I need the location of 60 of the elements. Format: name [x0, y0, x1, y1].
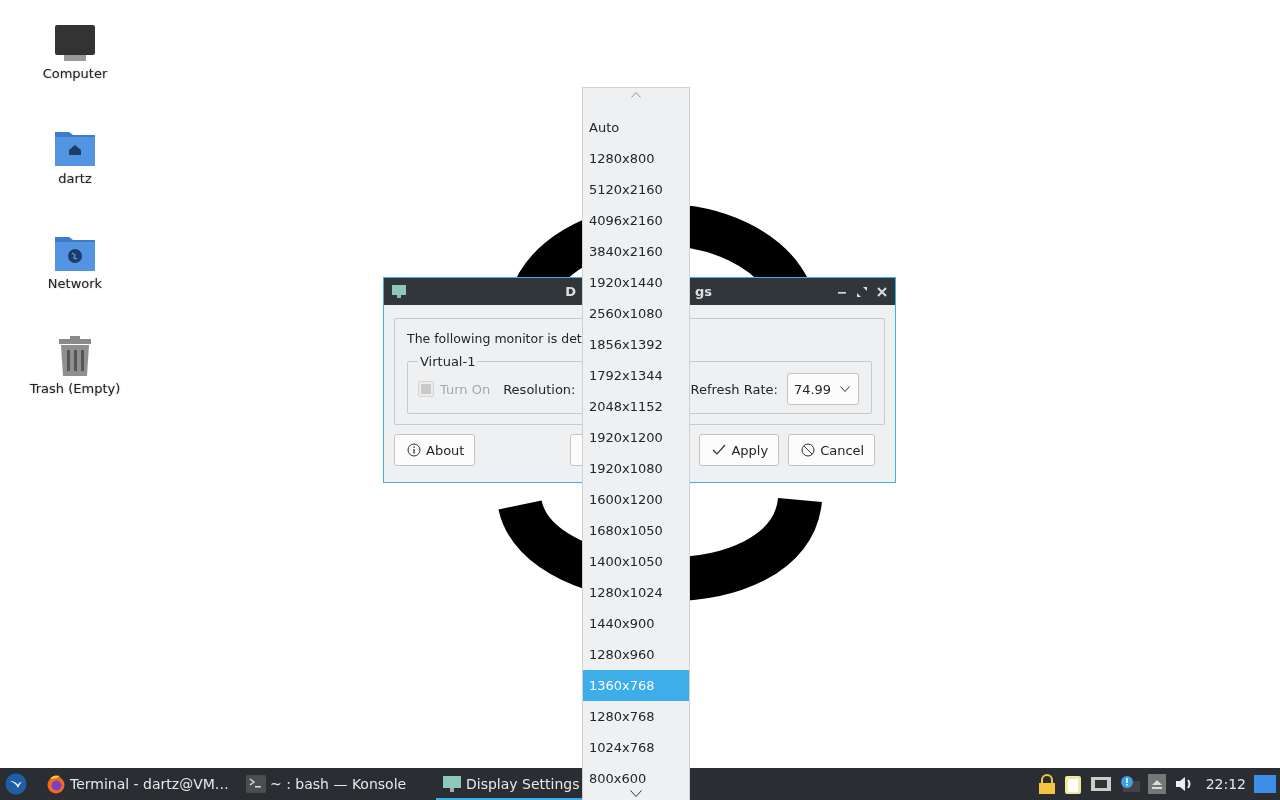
- monitor-icon: [54, 24, 96, 62]
- info-icon: [407, 443, 421, 457]
- dropdown-option[interactable]: 800x600: [583, 763, 689, 794]
- home-folder-icon: [54, 129, 96, 167]
- refresh-rate-dropdown[interactable]: 74.99: [786, 373, 859, 405]
- dropdown-option[interactable]: 1024x768: [583, 732, 689, 763]
- chevron-down-icon: [839, 386, 850, 392]
- trash-icon: [57, 335, 93, 377]
- window-title: gs: [695, 284, 713, 299]
- network-folder-icon: [54, 234, 96, 272]
- taskbar-button[interactable]: Terminal - dartz@VM…: [40, 768, 240, 800]
- dropdown-option[interactable]: 2048x1152: [583, 391, 689, 422]
- dropdown-option[interactable]: 1856x1392: [583, 329, 689, 360]
- apply-button[interactable]: Apply: [699, 434, 780, 466]
- dropdown-option[interactable]: 1600x1200: [583, 484, 689, 515]
- bird-logo-icon[interactable]: [5, 773, 27, 795]
- dropdown-option[interactable]: 1280x768: [583, 701, 689, 732]
- field-label: Resolution:: [503, 381, 576, 397]
- lock-icon[interactable]: [1037, 774, 1056, 794]
- dropdown-option[interactable]: 1280x960: [583, 639, 689, 670]
- cancel-icon: [801, 443, 816, 457]
- dropdown-option[interactable]: 4096x2160: [583, 205, 689, 236]
- terminal-icon: [246, 775, 266, 793]
- dropdown-option[interactable]: 1440x900: [583, 608, 689, 639]
- clock[interactable]: 22:12: [1205, 776, 1246, 792]
- close-icon[interactable]: [875, 284, 889, 299]
- browser-icon: [46, 774, 66, 794]
- checkmark-icon: [712, 444, 727, 456]
- monitor-icon: [392, 284, 406, 299]
- dropdown-option[interactable]: 1920x1440: [583, 267, 689, 298]
- dropdown-option[interactable]: 1680x1050: [583, 515, 689, 546]
- dropdown-option[interactable]: 5120x2160: [583, 174, 689, 205]
- notification-icon[interactable]: [1119, 775, 1140, 793]
- scroll-down-icon[interactable]: [630, 790, 642, 797]
- dropdown-option[interactable]: 3840x2160: [583, 236, 689, 267]
- desktop-icon-label[interactable]: Trash (Empty): [29, 381, 121, 396]
- dropdown-option[interactable]: 1280x1024: [583, 577, 689, 608]
- field-label: Refresh Rate:: [690, 381, 778, 397]
- monitor-icon: [442, 775, 462, 793]
- cancel-button[interactable]: Cancel: [788, 434, 876, 466]
- desktop-icon-label[interactable]: dartz: [58, 171, 92, 186]
- dropdown-option[interactable]: 2560x1080: [583, 298, 689, 329]
- clipboard-icon[interactable]: [1063, 774, 1082, 794]
- window-title: D: [564, 284, 576, 299]
- about-button[interactable]: About: [394, 434, 476, 466]
- eject-icon[interactable]: [1147, 774, 1166, 794]
- dropdown-option[interactable]: 1920x1080: [583, 453, 689, 484]
- network-icon[interactable]: [1089, 775, 1112, 793]
- desktop-icon-label[interactable]: Network: [47, 276, 103, 291]
- message-text: The following monitor is det: [407, 331, 582, 346]
- dropdown-option[interactable]: 1280x800: [583, 143, 689, 174]
- dropdown-option[interactable]: 1792x1344: [583, 360, 689, 391]
- dropdown-option[interactable]: 1920x1200: [583, 422, 689, 453]
- checkbox-label: Turn On: [440, 381, 491, 397]
- desktop-icon-label[interactable]: Computer: [42, 66, 108, 81]
- maximize-icon[interactable]: [855, 284, 869, 299]
- taskbar-button[interactable]: ~ : bash — Konsole: [240, 768, 436, 800]
- dropdown-option[interactable]: 1400x1050: [583, 546, 689, 577]
- dropdown-option[interactable]: Auto: [583, 112, 689, 143]
- group-title: Virtual-1: [419, 354, 477, 369]
